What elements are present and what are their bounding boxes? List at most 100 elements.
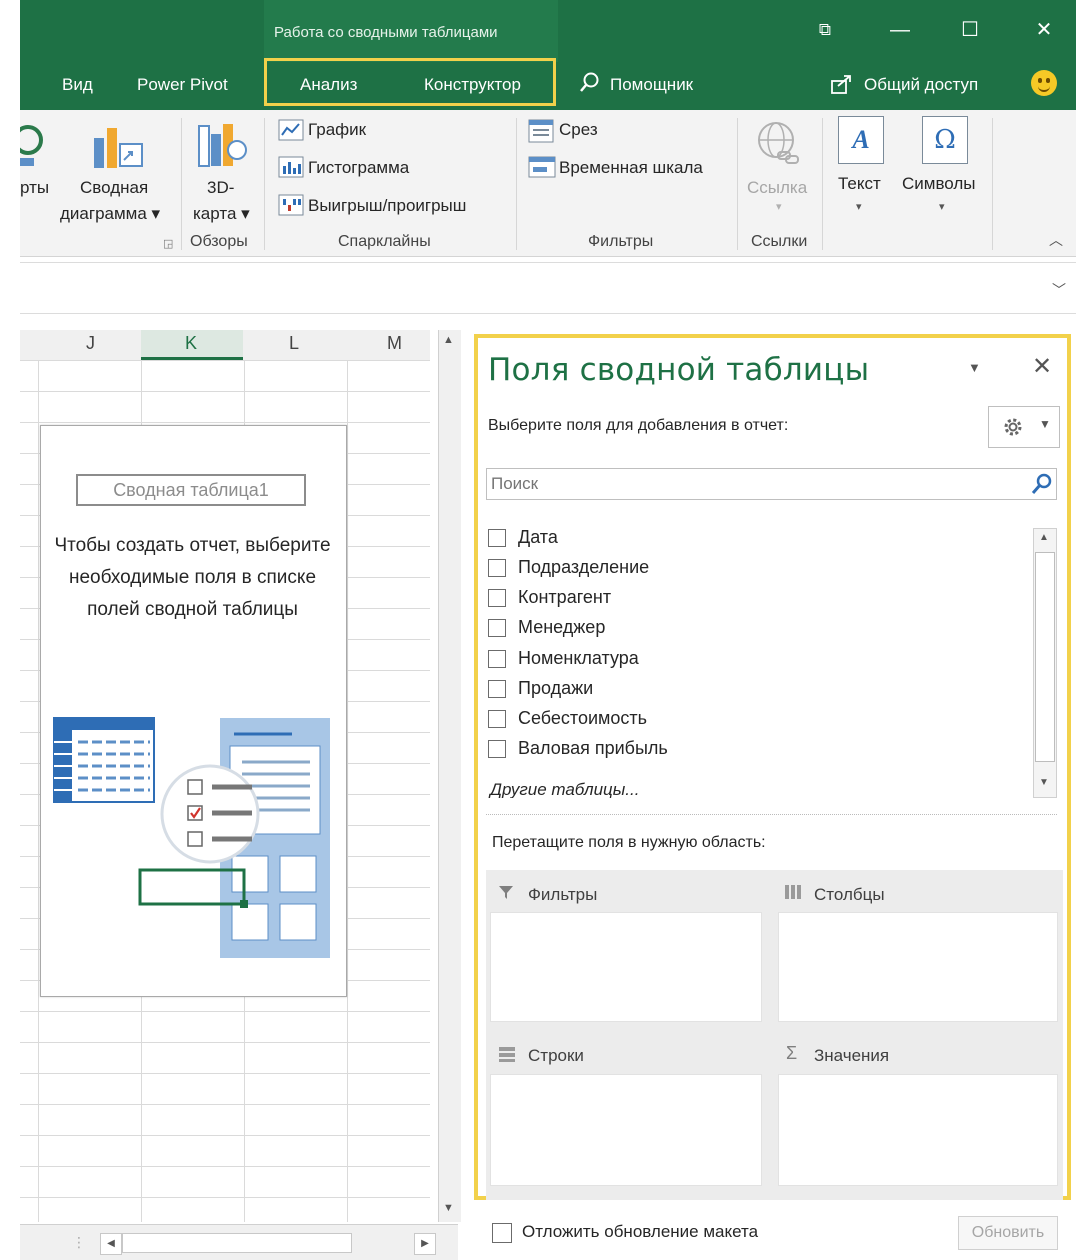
field-label: Контрагент [518, 587, 612, 607]
link-button[interactable]: Ссылка [747, 178, 807, 198]
link-icon [758, 122, 799, 164]
placeholder-message: Чтобы создать отчет, выберите необходимы… [54, 535, 331, 620]
field-checkbox[interactable] [488, 529, 506, 547]
gear-icon [1004, 418, 1022, 436]
horizontal-scroll-thumb[interactable] [122, 1233, 352, 1253]
tab-split-handle-icon[interactable]: ⋮ [72, 1234, 86, 1251]
sparkline-winloss-icon [278, 194, 304, 216]
maximize-button[interactable]: ☐ [950, 14, 990, 46]
chevron-down-icon: ▾ [939, 201, 945, 213]
field-checkbox[interactable] [488, 650, 506, 668]
sparkline-column-button[interactable]: Гистограмма [308, 158, 409, 178]
close-pane-icon[interactable]: ✕ [1032, 352, 1052, 381]
field-checkbox[interactable] [488, 559, 506, 577]
scroll-down-arrow-icon[interactable]: ▼ [1039, 777, 1049, 788]
ribbon-separator [181, 118, 182, 250]
lightbulb-icon [580, 72, 599, 92]
pivot-chart-label-1[interactable]: Сводная [80, 178, 148, 198]
formula-bar[interactable] [20, 262, 1076, 314]
columns-icon [785, 885, 801, 899]
update-button[interactable]: Обновить [958, 1216, 1058, 1250]
field-label: Себестоимость [518, 708, 648, 728]
area-rows-dropzone[interactable] [490, 1074, 762, 1186]
text-button[interactable]: Текст [838, 174, 881, 194]
collapse-ribbon-icon[interactable]: ︿ [1049, 230, 1063, 250]
ribbon-separator [992, 118, 993, 250]
text-box-icon: A [838, 116, 884, 164]
column-header-l[interactable]: L [289, 333, 299, 354]
area-columns-label: Столбцы [814, 885, 885, 904]
sparkline-winloss-button[interactable]: Выигрыш/проигрыш [308, 196, 466, 216]
field-item-sales[interactable]: Продажи [486, 677, 786, 703]
field-item-nomenclature[interactable]: Номенклатура [486, 647, 786, 673]
group-tours-label: Обзоры [190, 233, 248, 250]
column-header-j[interactable]: J [86, 333, 95, 354]
3d-map-label-1[interactable]: 3D- [207, 178, 234, 198]
pivot-illustration-icon [53, 717, 330, 958]
field-item-manager[interactable]: Менеджер [486, 616, 786, 642]
group-links-label: Ссылки [751, 233, 808, 250]
field-item-counterparty[interactable]: Контрагент [486, 586, 786, 612]
defer-update-checkbox[interactable] [492, 1223, 512, 1243]
area-rows-label: Строки [528, 1046, 584, 1065]
field-layout-button[interactable]: ▼ [988, 406, 1060, 448]
field-checkbox[interactable] [488, 680, 506, 698]
share-button[interactable]: Общий доступ [830, 70, 978, 100]
share-icon [831, 75, 851, 94]
ribbon-separator [822, 118, 823, 250]
scroll-right-arrow-icon[interactable]: ▶ [414, 1233, 436, 1255]
dialog-launcher-icon[interactable]: ◲ [163, 237, 173, 250]
filter-icon [499, 886, 513, 899]
column-header-k[interactable]: K [185, 333, 197, 354]
symbol-omega-icon: Ω [922, 116, 968, 164]
field-item-division[interactable]: Подразделение [486, 556, 786, 582]
area-values-label: Значения [814, 1046, 890, 1065]
drop-areas-heading: Перетащите поля в нужную область: [492, 834, 766, 851]
tell-me-search[interactable]: Помощник [578, 70, 693, 100]
charts-partial-label[interactable]: рты [20, 178, 49, 198]
area-values-dropzone[interactable] [778, 1074, 1058, 1186]
close-window-button[interactable]: ✕ [1024, 14, 1064, 46]
column-header-m[interactable]: M [387, 333, 402, 354]
area-columns-dropzone[interactable] [778, 912, 1058, 1022]
more-tables-link[interactable]: Другие таблицы... [490, 780, 639, 798]
sparkline-line-button[interactable]: График [308, 120, 366, 140]
scroll-left-arrow-icon[interactable]: ◀ [100, 1233, 122, 1255]
slicer-icon [528, 119, 554, 143]
field-checkbox[interactable] [488, 619, 506, 637]
scroll-down-arrow-icon[interactable]: ▼ [443, 1202, 454, 1214]
area-filters-dropzone[interactable] [490, 912, 762, 1022]
area-filters-label: Фильтры [528, 885, 598, 904]
field-search-input[interactable] [486, 468, 1057, 500]
search-icon[interactable] [1030, 472, 1054, 496]
pane-options-chevron-icon[interactable]: ▼ [968, 360, 981, 375]
pivot-table-name: Сводная таблица1 [76, 474, 306, 506]
slicer-button[interactable]: Срез [559, 120, 598, 140]
pivot-chart-icon [94, 128, 143, 168]
field-checkbox[interactable] [488, 740, 506, 758]
tab-view[interactable]: Вид [62, 70, 93, 100]
scroll-up-arrow-icon[interactable]: ▲ [1039, 532, 1049, 543]
field-item-date[interactable]: Дата [486, 526, 786, 552]
vertical-scrollbar[interactable] [438, 330, 461, 1222]
field-checkbox[interactable] [488, 589, 506, 607]
sparkline-column-icon [278, 156, 304, 178]
pivot-chart-label-2[interactable]: диаграмма ▾ [60, 204, 160, 224]
field-list-scroll-thumb[interactable] [1035, 552, 1055, 762]
field-checkbox[interactable] [488, 710, 506, 728]
rows-icon [499, 1047, 515, 1062]
timeline-button[interactable]: Временная шкала [559, 158, 703, 178]
tab-power-pivot[interactable]: Power Pivot [137, 70, 228, 100]
field-item-gross-profit[interactable]: Валовая прибыль [486, 737, 786, 763]
contextual-tabs-highlight [264, 58, 556, 106]
ribbon-display-options-icon[interactable]: ⧉ [805, 14, 845, 46]
expand-formula-bar-icon[interactable]: ﹀ [1052, 280, 1066, 300]
sigma-icon: Σ [786, 1043, 798, 1063]
3d-map-label-2[interactable]: карта ▾ [193, 204, 250, 224]
minimize-button[interactable]: — [880, 14, 920, 46]
field-item-cost[interactable]: Себестоимость [486, 707, 786, 733]
symbols-button[interactable]: Символы [902, 174, 976, 194]
recommended-charts-icon [20, 125, 43, 166]
scroll-up-arrow-icon[interactable]: ▲ [443, 334, 454, 346]
feedback-smiley-icon[interactable] [1031, 70, 1057, 96]
